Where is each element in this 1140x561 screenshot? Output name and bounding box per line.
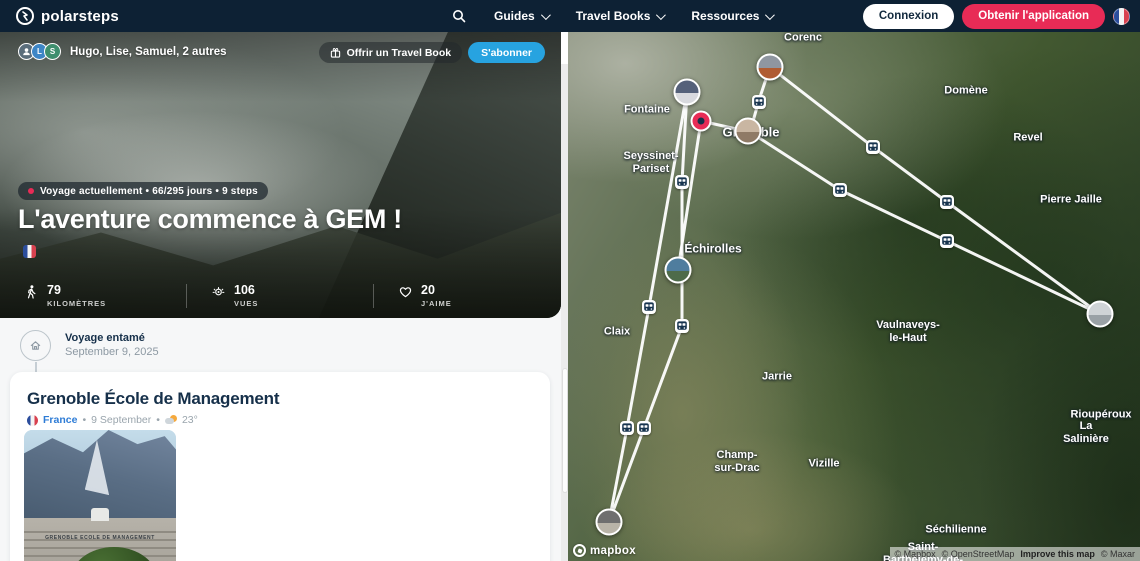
get-app-button[interactable]: Obtenir l'application xyxy=(962,4,1105,29)
france-flag-icon xyxy=(27,415,38,426)
step-title: Grenoble École de Management xyxy=(10,372,550,409)
step-photo-marker[interactable] xyxy=(665,257,692,284)
step-photo-marker[interactable] xyxy=(596,509,623,536)
building-sign-text: GRENOBLE ECOLE DE MANAGEMENT xyxy=(24,535,176,541)
gift-travel-book-label: Offrir un Travel Book xyxy=(347,47,451,59)
bus-transport-marker[interactable] xyxy=(940,195,954,209)
route-lines xyxy=(568,32,1140,561)
home-icon xyxy=(20,330,51,361)
views-label: VUES xyxy=(234,299,258,308)
gift-icon xyxy=(330,47,341,58)
scrollbar-thumb[interactable] xyxy=(562,368,568,493)
bus-transport-marker[interactable] xyxy=(940,234,954,248)
step-photo[interactable]: GRENOBLE ECOLE DE MANAGEMENT xyxy=(24,430,176,561)
stat-distance: 79 KILOMÈTRES xyxy=(0,284,187,308)
trip-map[interactable]: CorencFontaineSeyssinet- ParisetGrenoble… xyxy=(568,32,1140,561)
step-temperature: 23° xyxy=(182,414,198,426)
nav-menu-guides-label: Guides xyxy=(494,9,535,23)
nav-menu-ressources[interactable]: Ressources xyxy=(691,9,772,23)
trip-stats: 79 KILOMÈTRES 106 VUES 20 J'AIME xyxy=(0,284,561,308)
likes-value: 20 xyxy=(421,284,452,297)
brand-name: polarsteps xyxy=(41,8,119,25)
mapbox-icon xyxy=(573,544,586,557)
chevron-down-icon xyxy=(765,10,775,20)
trip-title: L'aventure commence à GEM ! xyxy=(18,204,402,235)
nav-menu-ressources-label: Ressources xyxy=(691,9,759,23)
distance-label: KILOMÈTRES xyxy=(47,299,106,308)
trip-status-badge: Voyage actuellement • 66/295 jours • 9 s… xyxy=(18,182,268,200)
language-flag-icon[interactable] xyxy=(1113,8,1130,25)
map-attribution: © Mapbox © OpenStreetMap Improve this map ©… xyxy=(890,547,1140,561)
live-dot-icon xyxy=(28,188,34,194)
step-photo-marker[interactable] xyxy=(674,79,701,106)
search-icon[interactable] xyxy=(452,9,466,23)
nav-menu-travel-books-label: Travel Books xyxy=(576,9,651,23)
polarsteps-compass-icon xyxy=(16,7,34,25)
nav-menu-guides[interactable]: Guides xyxy=(494,9,548,23)
bus-transport-marker[interactable] xyxy=(833,183,847,197)
views-value: 106 xyxy=(234,284,258,297)
polarsteps-logo[interactable]: polarsteps xyxy=(16,7,119,25)
chevron-down-icon xyxy=(541,10,551,20)
bus-transport-marker[interactable] xyxy=(620,421,634,435)
travelers-names: Hugo, Lise, Samuel, 2 autres xyxy=(70,46,227,58)
separator: • xyxy=(82,414,86,426)
stat-likes: 20 J'AIME xyxy=(374,284,561,308)
france-flag-icon xyxy=(23,245,36,258)
travelers-group[interactable]: L S Hugo, Lise, Samuel, 2 autres xyxy=(18,43,227,60)
step-date: 9 September xyxy=(91,414,151,426)
hero-actions: Offrir un Travel Book S'abonner xyxy=(319,42,545,63)
timeline-event-start: Voyage entamé September 9, 2025 xyxy=(20,330,159,361)
step-card[interactable]: Grenoble École de Management France • 9 … xyxy=(10,372,550,561)
gift-travel-book-button[interactable]: Offrir un Travel Book xyxy=(319,42,462,63)
timeline-event-title: Voyage entamé xyxy=(65,332,159,344)
trip-panel: L S Hugo, Lise, Samuel, 2 autres Offrir … xyxy=(0,32,561,561)
country-link[interactable]: France xyxy=(43,414,77,426)
current-location-marker[interactable] xyxy=(691,111,712,132)
walker-icon xyxy=(25,285,38,299)
login-button[interactable]: Connexion xyxy=(863,4,954,29)
weather-partly-cloudy-icon xyxy=(165,415,177,425)
step-photo-marker[interactable] xyxy=(1087,301,1114,328)
bus-transport-marker[interactable] xyxy=(752,95,766,109)
mapbox-wordmark: mapbox xyxy=(590,545,636,557)
eye-icon xyxy=(212,285,225,299)
attribution-link[interactable]: © Maxar xyxy=(1101,549,1135,559)
bus-transport-marker[interactable] xyxy=(675,175,689,189)
avatar-stack: L S xyxy=(18,43,61,60)
likes-label: J'AIME xyxy=(421,299,452,308)
timeline-event-date: September 9, 2025 xyxy=(65,346,159,358)
nav-menu-travel-books[interactable]: Travel Books xyxy=(576,9,664,23)
bus-transport-marker[interactable] xyxy=(642,300,656,314)
nav-actions: Connexion Obtenir l'application xyxy=(863,4,1130,29)
bus-transport-marker[interactable] xyxy=(866,140,880,154)
nav-menu: Guides Travel Books Ressources xyxy=(452,9,772,23)
chevron-down-icon xyxy=(656,10,666,20)
bus-transport-marker[interactable] xyxy=(675,319,689,333)
bus-transport-marker[interactable] xyxy=(637,421,651,435)
attribution-link[interactable]: Improve this map xyxy=(1020,549,1095,559)
attribution-link[interactable]: © OpenStreetMap xyxy=(942,549,1015,559)
separator: • xyxy=(156,414,160,426)
subscribe-button[interactable]: S'abonner xyxy=(468,42,545,63)
heart-icon xyxy=(399,285,412,299)
mapbox-logo[interactable]: mapbox xyxy=(573,544,636,557)
polarsteps-page: polarsteps Guides Travel Books Ressource… xyxy=(0,0,1140,561)
step-photo-marker[interactable] xyxy=(757,54,784,81)
step-meta: France • 9 September • 23° xyxy=(10,409,550,426)
step-photo-marker[interactable] xyxy=(735,118,762,145)
top-nav: polarsteps Guides Travel Books Ressource… xyxy=(0,0,1140,32)
avatar: S xyxy=(44,43,61,60)
trip-status-text: Voyage actuellement • 66/295 jours • 9 s… xyxy=(40,186,258,197)
stat-views: 106 VUES xyxy=(187,284,374,308)
attribution-link[interactable]: © Mapbox xyxy=(895,549,936,559)
trip-cover-photo: L S Hugo, Lise, Samuel, 2 autres Offrir … xyxy=(0,32,561,318)
distance-value: 79 xyxy=(47,284,106,297)
